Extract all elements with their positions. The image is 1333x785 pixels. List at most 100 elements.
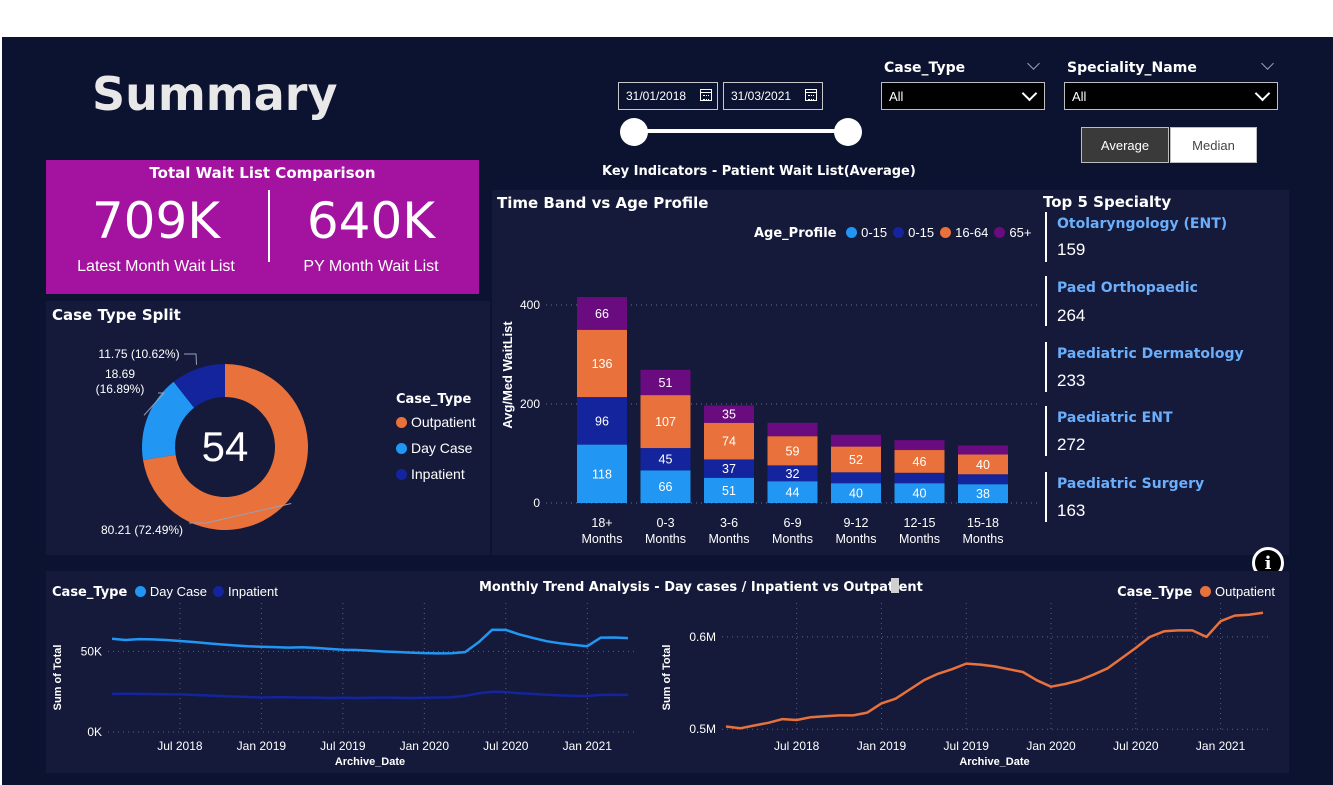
top5-item-bar xyxy=(1045,406,1047,456)
median-button[interactable]: Median xyxy=(1170,127,1257,163)
average-button[interactable]: Average xyxy=(1081,127,1169,163)
x-tick-label: Months xyxy=(899,532,940,546)
end-date-input[interactable]: 31/03/2021 xyxy=(723,82,823,110)
donut-data-label: 80.21 (72.49%) xyxy=(101,523,183,537)
page-title: Summary xyxy=(92,67,338,121)
donut-data-label: 18.69 xyxy=(105,367,135,381)
x-tick-label: Jul 2018 xyxy=(774,739,820,753)
bar-data-label: 66 xyxy=(595,307,609,321)
chevron-down-icon[interactable] xyxy=(1254,85,1271,102)
bar-data-label: 35 xyxy=(722,408,736,422)
top5-item-value: 163 xyxy=(1057,501,1086,520)
y-tick-label: 0 xyxy=(533,496,540,510)
trend-line-inpatient[interactable] xyxy=(111,690,629,700)
bar-data-label: 74 xyxy=(722,435,736,449)
time-band-bar-chart: 0 200 400 118 96 136 66 18+ Months 66 45 107 51 0-3 M… xyxy=(500,297,1037,546)
legend-item[interactable]: Inpatient xyxy=(396,461,476,487)
legend-label: Outpatient xyxy=(411,414,476,430)
donut-data-label: (16.89%) xyxy=(96,382,145,396)
calendar-icon[interactable] xyxy=(805,89,817,101)
top5-item-name: Paediatric ENT xyxy=(1057,410,1173,426)
bar-data-label: 38 xyxy=(976,487,990,501)
bar-data-label: 40 xyxy=(913,487,927,501)
kpi-card-title: Total Wait List Comparison xyxy=(149,164,376,182)
dashboard-canvas: Summary 31/01/2018 31/03/2021 Case_Type … xyxy=(2,37,1333,785)
x-tick-label: 0-3 xyxy=(656,516,674,530)
time-band-y-axis-title: Avg/Med WaitList xyxy=(500,321,515,429)
x-tick-label: Jan 2019 xyxy=(857,739,907,753)
y-axis-title: Sum of Total xyxy=(52,645,64,711)
top5-item-value: 272 xyxy=(1057,435,1086,454)
bar-data-label: 46 xyxy=(913,455,927,469)
y-tick-label: 200 xyxy=(520,397,540,411)
bar-data-label: 45 xyxy=(659,453,673,467)
key-indicators-title: Key Indicators - Patient Wait List(Avera… xyxy=(602,164,916,179)
bar-data-label: 59 xyxy=(786,444,800,458)
donut-center-value: 54 xyxy=(202,423,249,470)
speciality-slicer-label: Speciality_Name xyxy=(1067,60,1197,76)
bar-segment[interactable] xyxy=(767,422,818,437)
x-tick-label: Jan 2019 xyxy=(237,739,287,753)
bar-segment[interactable] xyxy=(894,440,945,451)
end-date-value: 31/03/2021 xyxy=(731,89,792,103)
legend-label: Day Case xyxy=(411,440,473,456)
trend-line-outpatient[interactable] xyxy=(725,611,1264,730)
kpi-py-value: 640K xyxy=(306,192,436,250)
legend-item[interactable]: Day Case xyxy=(396,435,476,461)
bar-segment[interactable] xyxy=(958,474,1008,485)
bar-data-label: 66 xyxy=(659,480,673,494)
legend-label: Inpatient xyxy=(411,466,465,482)
top5-item-bar xyxy=(1045,276,1047,326)
x-axis-title: Archive_Date xyxy=(335,756,405,768)
top5-item-name: Otolaryngology (ENT) xyxy=(1057,216,1228,232)
x-tick-label: 12-15 xyxy=(904,516,936,530)
date-range-slider-end-handle[interactable] xyxy=(834,118,862,146)
y-tick-label: 0.6M xyxy=(689,630,716,644)
x-tick-label: Months xyxy=(645,532,686,546)
x-tick-label: Months xyxy=(836,532,877,546)
x-tick-label: 9-12 xyxy=(843,516,868,530)
time-band-panel: Time Band vs Age Profile Age_Profile 0-1… xyxy=(492,190,1289,555)
x-tick-label: Months xyxy=(582,532,623,546)
x-tick-label: Jan 2021 xyxy=(563,739,613,753)
y-tick-label: 50K xyxy=(81,644,102,658)
chevron-down-icon[interactable] xyxy=(1027,57,1040,70)
case-type-legend: Case_Type Outpatient Day Case Inpatient xyxy=(396,391,476,487)
bar-segment[interactable] xyxy=(958,445,1008,455)
x-tick-label: 3-6 xyxy=(720,516,738,530)
bar-segment[interactable] xyxy=(831,434,881,447)
x-axis-title: Archive_Date xyxy=(959,756,1029,768)
case-type-dropdown[interactable]: All xyxy=(881,82,1045,110)
top5-item-value: 233 xyxy=(1057,371,1086,390)
bar-segment[interactable] xyxy=(894,472,945,484)
legend-item[interactable]: Outpatient xyxy=(396,409,476,435)
trend-line-day-case[interactable] xyxy=(111,628,629,655)
legend-swatch xyxy=(396,417,407,428)
y-axis-title: Sum of Total xyxy=(661,645,673,711)
bar-data-label: 136 xyxy=(592,357,613,371)
speciality-dropdown[interactable]: All xyxy=(1064,82,1278,110)
bar-data-label: 40 xyxy=(849,487,863,501)
legend-swatch xyxy=(396,443,407,454)
bar-data-label: 51 xyxy=(659,376,673,390)
bar-data-label: 118 xyxy=(592,467,612,481)
case-type-legend-title: Case_Type xyxy=(396,392,472,407)
x-tick-label: 18+ xyxy=(591,516,612,530)
bar-data-label: 51 xyxy=(722,484,736,498)
bar-segment[interactable] xyxy=(831,472,881,484)
x-tick-label: Jul 2019 xyxy=(944,739,990,753)
chevron-down-icon[interactable] xyxy=(1021,85,1038,102)
date-range-slider-track[interactable] xyxy=(634,129,850,133)
calendar-icon[interactable] xyxy=(700,89,712,101)
case-type-split-panel: Case Type Split 54 80.21 (72.49%) 18.69 (1… xyxy=(46,301,490,555)
chevron-down-icon[interactable] xyxy=(1261,57,1274,70)
date-range-slider-start-handle[interactable] xyxy=(620,118,648,146)
start-date-input[interactable]: 31/01/2018 xyxy=(618,82,718,110)
x-tick-label: Jan 2020 xyxy=(400,739,450,753)
top5-title: Top 5 Specialty xyxy=(1043,193,1172,211)
case-type-slicer-label: Case_Type xyxy=(884,60,966,76)
x-tick-label: Jul 2018 xyxy=(157,739,203,753)
y-tick-label: 0.5M xyxy=(689,722,716,736)
top5-item-value: 264 xyxy=(1057,306,1086,325)
trend-line-charts: Jul 2018 Jan 2019 Jul 2019 Jan 2020 Jul 2020… xyxy=(52,603,1271,768)
